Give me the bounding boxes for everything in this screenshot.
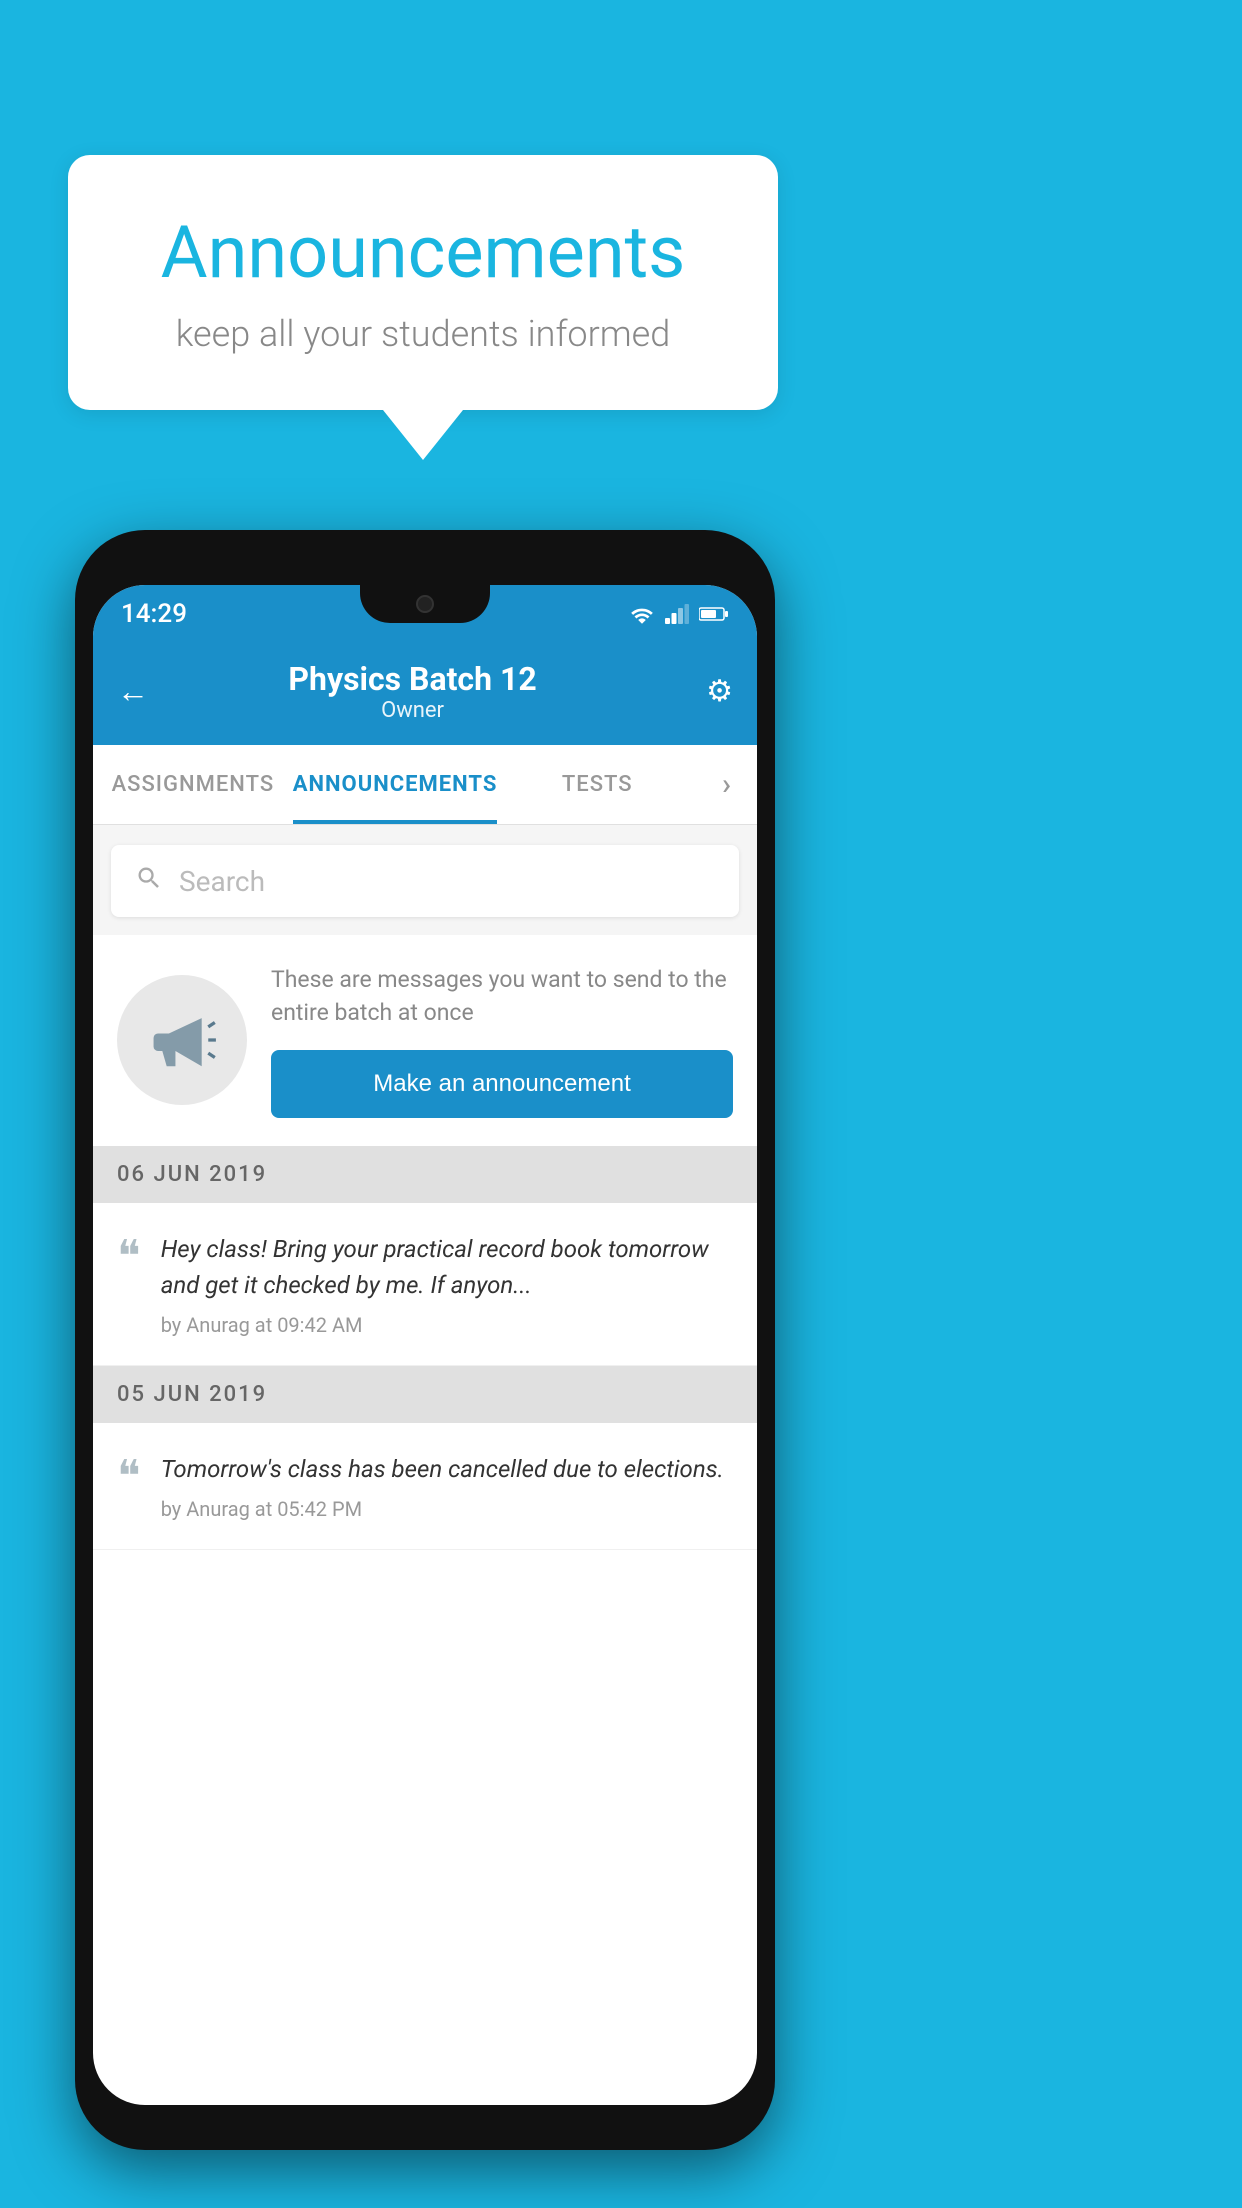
quote-icon-1: ❝	[117, 1235, 141, 1279]
tab-assignments[interactable]: ASSIGNMENTS	[93, 745, 293, 824]
announcement-item-1[interactable]: ❝ Hey class! Bring your practical record…	[93, 1203, 757, 1366]
phone-device: 14:29	[75, 530, 775, 2150]
announcement-message-2: Tomorrow's class has been cancelled due …	[161, 1451, 724, 1487]
speech-bubble-container: Announcements keep all your students inf…	[68, 155, 778, 460]
announcement-message-1: Hey class! Bring your practical record b…	[161, 1231, 733, 1303]
announcement-item-2[interactable]: ❝ Tomorrow's class has been cancelled du…	[93, 1423, 757, 1550]
speech-bubble-subtitle: keep all your students informed	[128, 313, 718, 355]
settings-button[interactable]: ⚙	[706, 674, 733, 709]
wifi-icon	[629, 604, 655, 624]
speech-bubble-title: Announcements	[128, 210, 718, 295]
tab-announcements[interactable]: ANNOUNCEMENTS	[293, 745, 498, 824]
tab-tests[interactable]: TESTS	[497, 745, 697, 824]
app-bar: ← Physics Batch 12 Owner ⚙	[93, 637, 757, 745]
phone-screen: 14:29	[93, 585, 757, 2105]
announcement-content-1: Hey class! Bring your practical record b…	[161, 1231, 733, 1337]
app-bar-subtitle: Owner	[119, 698, 706, 723]
status-icons	[629, 604, 729, 624]
search-bar[interactable]: Search	[111, 845, 739, 917]
camera-icon	[416, 595, 434, 613]
battery-icon	[699, 606, 729, 622]
announcement-meta-1: by Anurag at 09:42 AM	[161, 1313, 733, 1337]
promo-icon-circle	[117, 975, 247, 1105]
speech-bubble: Announcements keep all your students inf…	[68, 155, 778, 410]
promo-description: These are messages you want to send to t…	[271, 963, 733, 1030]
search-icon	[135, 864, 163, 899]
date-header-jun6: 06 JUN 2019	[93, 1146, 757, 1203]
content-area: Search These are messages you want to se…	[93, 825, 757, 1550]
announcement-content-2: Tomorrow's class has been cancelled due …	[161, 1451, 724, 1521]
make-announcement-button[interactable]: Make an announcement	[271, 1050, 733, 1118]
search-placeholder: Search	[179, 865, 265, 898]
tab-more[interactable]: ›	[697, 745, 757, 824]
app-bar-title-group: Physics Batch 12 Owner	[119, 660, 706, 723]
quote-icon-2: ❝	[117, 1455, 141, 1499]
promo-content: These are messages you want to send to t…	[271, 963, 733, 1118]
megaphone-icon	[147, 1005, 217, 1075]
app-bar-title: Physics Batch 12	[119, 660, 706, 698]
speech-bubble-arrow	[383, 410, 463, 460]
date-header-jun5: 05 JUN 2019	[93, 1366, 757, 1423]
tabs-container: ASSIGNMENTS ANNOUNCEMENTS TESTS ›	[93, 745, 757, 825]
notch	[360, 585, 490, 623]
announcement-promo: These are messages you want to send to t…	[93, 935, 757, 1146]
status-time: 14:29	[121, 599, 187, 629]
announcement-meta-2: by Anurag at 05:42 PM	[161, 1497, 724, 1521]
signal-icon	[665, 604, 689, 624]
